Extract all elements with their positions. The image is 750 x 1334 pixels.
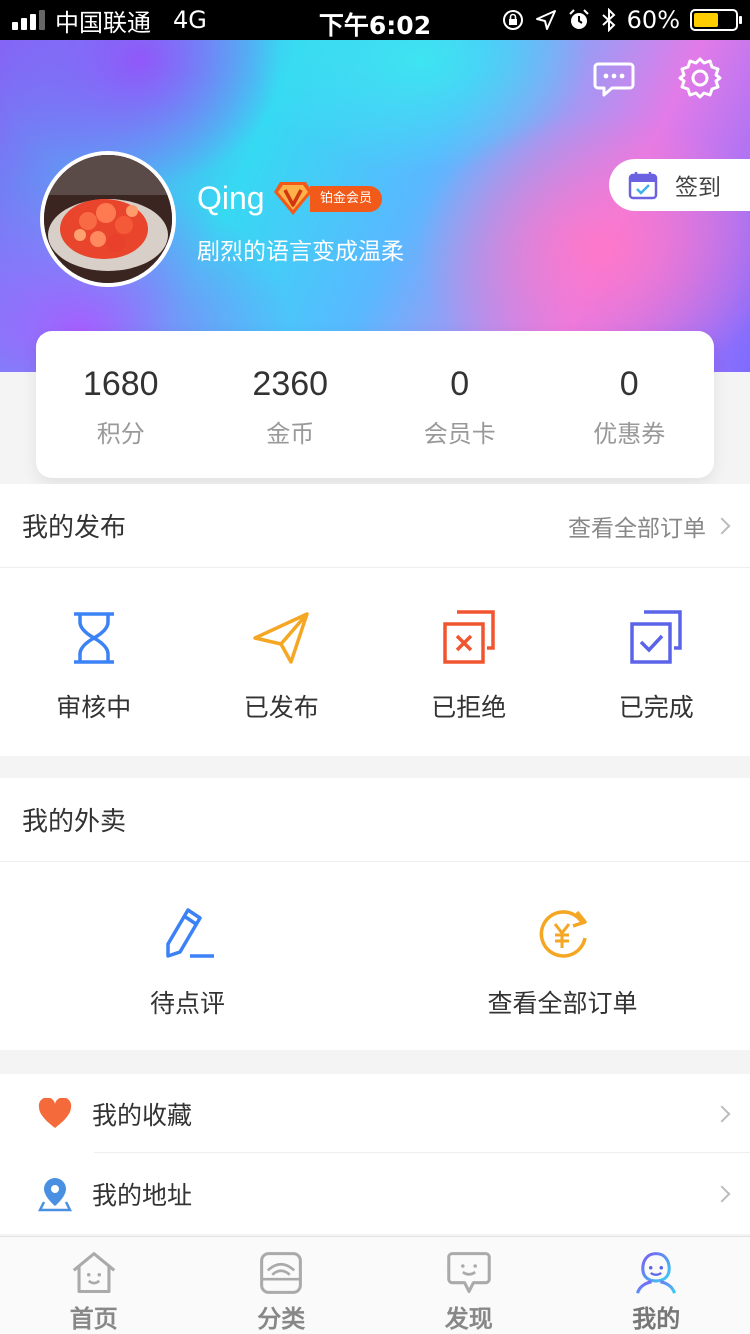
battery-icon xyxy=(690,9,742,31)
takeout-all-orders-item[interactable]: 查看全部订单 xyxy=(375,904,750,1050)
profile-icon xyxy=(636,1252,677,1294)
tab-label: 首页 xyxy=(69,1305,118,1333)
tab-profile[interactable]: 我的 xyxy=(563,1237,750,1334)
publish-published-item[interactable]: 已发布 xyxy=(188,608,376,756)
view-all-label: 查看全部订单 xyxy=(568,515,706,542)
stat-member-cards[interactable]: 0 会员卡 xyxy=(375,331,545,478)
calendar-check-icon xyxy=(628,172,658,200)
tab-category[interactable]: 分类 xyxy=(188,1237,376,1334)
publish-rejected-item[interactable]: 已拒绝 xyxy=(375,608,563,756)
yuan-refresh-icon xyxy=(539,910,587,958)
stat-points[interactable]: 1680 积分 xyxy=(36,331,206,478)
stat-value: 1680 xyxy=(82,365,159,403)
rejected-copy-icon xyxy=(443,610,495,664)
chevron-right-icon xyxy=(713,517,731,534)
gear-icon[interactable] xyxy=(678,56,722,100)
stat-label: 优惠券 xyxy=(593,420,666,448)
checkin-button[interactable]: 签到 xyxy=(609,159,750,211)
list-divider xyxy=(94,1152,750,1153)
status-bar-right: 60% xyxy=(501,0,742,40)
stat-value: 0 xyxy=(450,365,470,403)
stats-card: 1680 积分 2360 金币 0 会员卡 0 优惠券 xyxy=(36,331,714,478)
grid-label: 已完成 xyxy=(618,693,694,722)
username: Qing xyxy=(197,180,265,216)
home-icon xyxy=(72,1252,115,1294)
heart-icon xyxy=(38,1098,72,1128)
chat-bubble-icon[interactable] xyxy=(592,56,636,100)
grid-label: 待点评 xyxy=(149,989,225,1018)
vip-diamond-icon xyxy=(274,182,312,215)
user-motto: 剧烈的语言变成温柔 xyxy=(197,239,404,265)
stat-label: 金币 xyxy=(266,420,315,448)
stat-label: 积分 xyxy=(96,420,145,448)
section-title: 我的发布 xyxy=(22,513,127,543)
tab-bar: 首页 分类 发现 我的 xyxy=(0,1236,750,1334)
checkin-label: 签到 xyxy=(675,175,721,201)
section-title: 我的外卖 xyxy=(22,807,127,837)
discover-icon xyxy=(446,1252,491,1294)
takeout-grid: 待点评 查看全部订单 xyxy=(0,862,750,1050)
stat-coins[interactable]: 2360 金币 xyxy=(206,331,376,478)
location-arrow-icon xyxy=(535,10,556,30)
view-all-orders-link[interactable]: 查看全部订单 xyxy=(568,509,731,543)
list-label: 我的收藏 xyxy=(92,1101,193,1130)
location-pin-icon xyxy=(38,1178,72,1212)
status-bar: 中国联通 4G 下午6:02 60% xyxy=(0,0,750,40)
chevron-right-icon xyxy=(713,1105,731,1123)
grid-label: 已拒绝 xyxy=(431,693,507,722)
tab-home[interactable]: 首页 xyxy=(0,1237,188,1334)
avatar-photo xyxy=(44,155,172,283)
grid-label: 审核中 xyxy=(56,693,132,722)
vip-level-badge: 铂金会员 xyxy=(310,186,383,212)
paper-plane-icon xyxy=(253,612,309,664)
tab-discover[interactable]: 发现 xyxy=(375,1237,563,1334)
chevron-right-icon xyxy=(713,1185,731,1203)
publish-completed-item[interactable]: 已完成 xyxy=(563,608,750,756)
list-label: 我的地址 xyxy=(92,1181,193,1210)
category-icon xyxy=(260,1252,303,1294)
publish-section-header: 我的发布 查看全部订单 xyxy=(0,484,750,568)
stat-coupons[interactable]: 0 优惠券 xyxy=(545,331,715,478)
alarm-clock-icon xyxy=(568,9,589,29)
takeout-section-header: 我的外卖 xyxy=(0,778,750,862)
avatar[interactable] xyxy=(40,151,176,287)
profile-screen: 中国联通 4G 下午6:02 60% Qing 铂金会员 剧烈的语言变成温柔 签… xyxy=(0,0,750,1334)
grid-label: 查看全部订单 xyxy=(487,989,638,1018)
stat-value: 2360 xyxy=(252,365,329,403)
publish-status-grid: 审核中 已发布 已拒绝 已完成 xyxy=(0,568,750,756)
favorites-list-item[interactable]: 我的收藏 xyxy=(0,1074,750,1154)
publish-pending-item[interactable]: 审核中 xyxy=(0,608,188,756)
takeout-review-item[interactable]: 待点评 xyxy=(0,904,375,1050)
stat-label: 会员卡 xyxy=(423,420,496,448)
stat-value: 0 xyxy=(619,365,639,403)
tab-label: 我的 xyxy=(632,1305,681,1333)
battery-percent: 60% xyxy=(626,6,680,34)
address-list-item[interactable]: 我的地址 xyxy=(0,1154,750,1234)
tab-label: 发现 xyxy=(444,1305,493,1333)
tab-label: 分类 xyxy=(257,1305,306,1333)
grid-label: 已发布 xyxy=(243,693,319,722)
bluetooth-icon xyxy=(601,8,616,32)
hourglass-icon xyxy=(73,612,114,664)
completed-copy-icon xyxy=(630,610,682,664)
orientation-lock-icon xyxy=(502,10,523,30)
pencil-icon xyxy=(165,908,214,958)
